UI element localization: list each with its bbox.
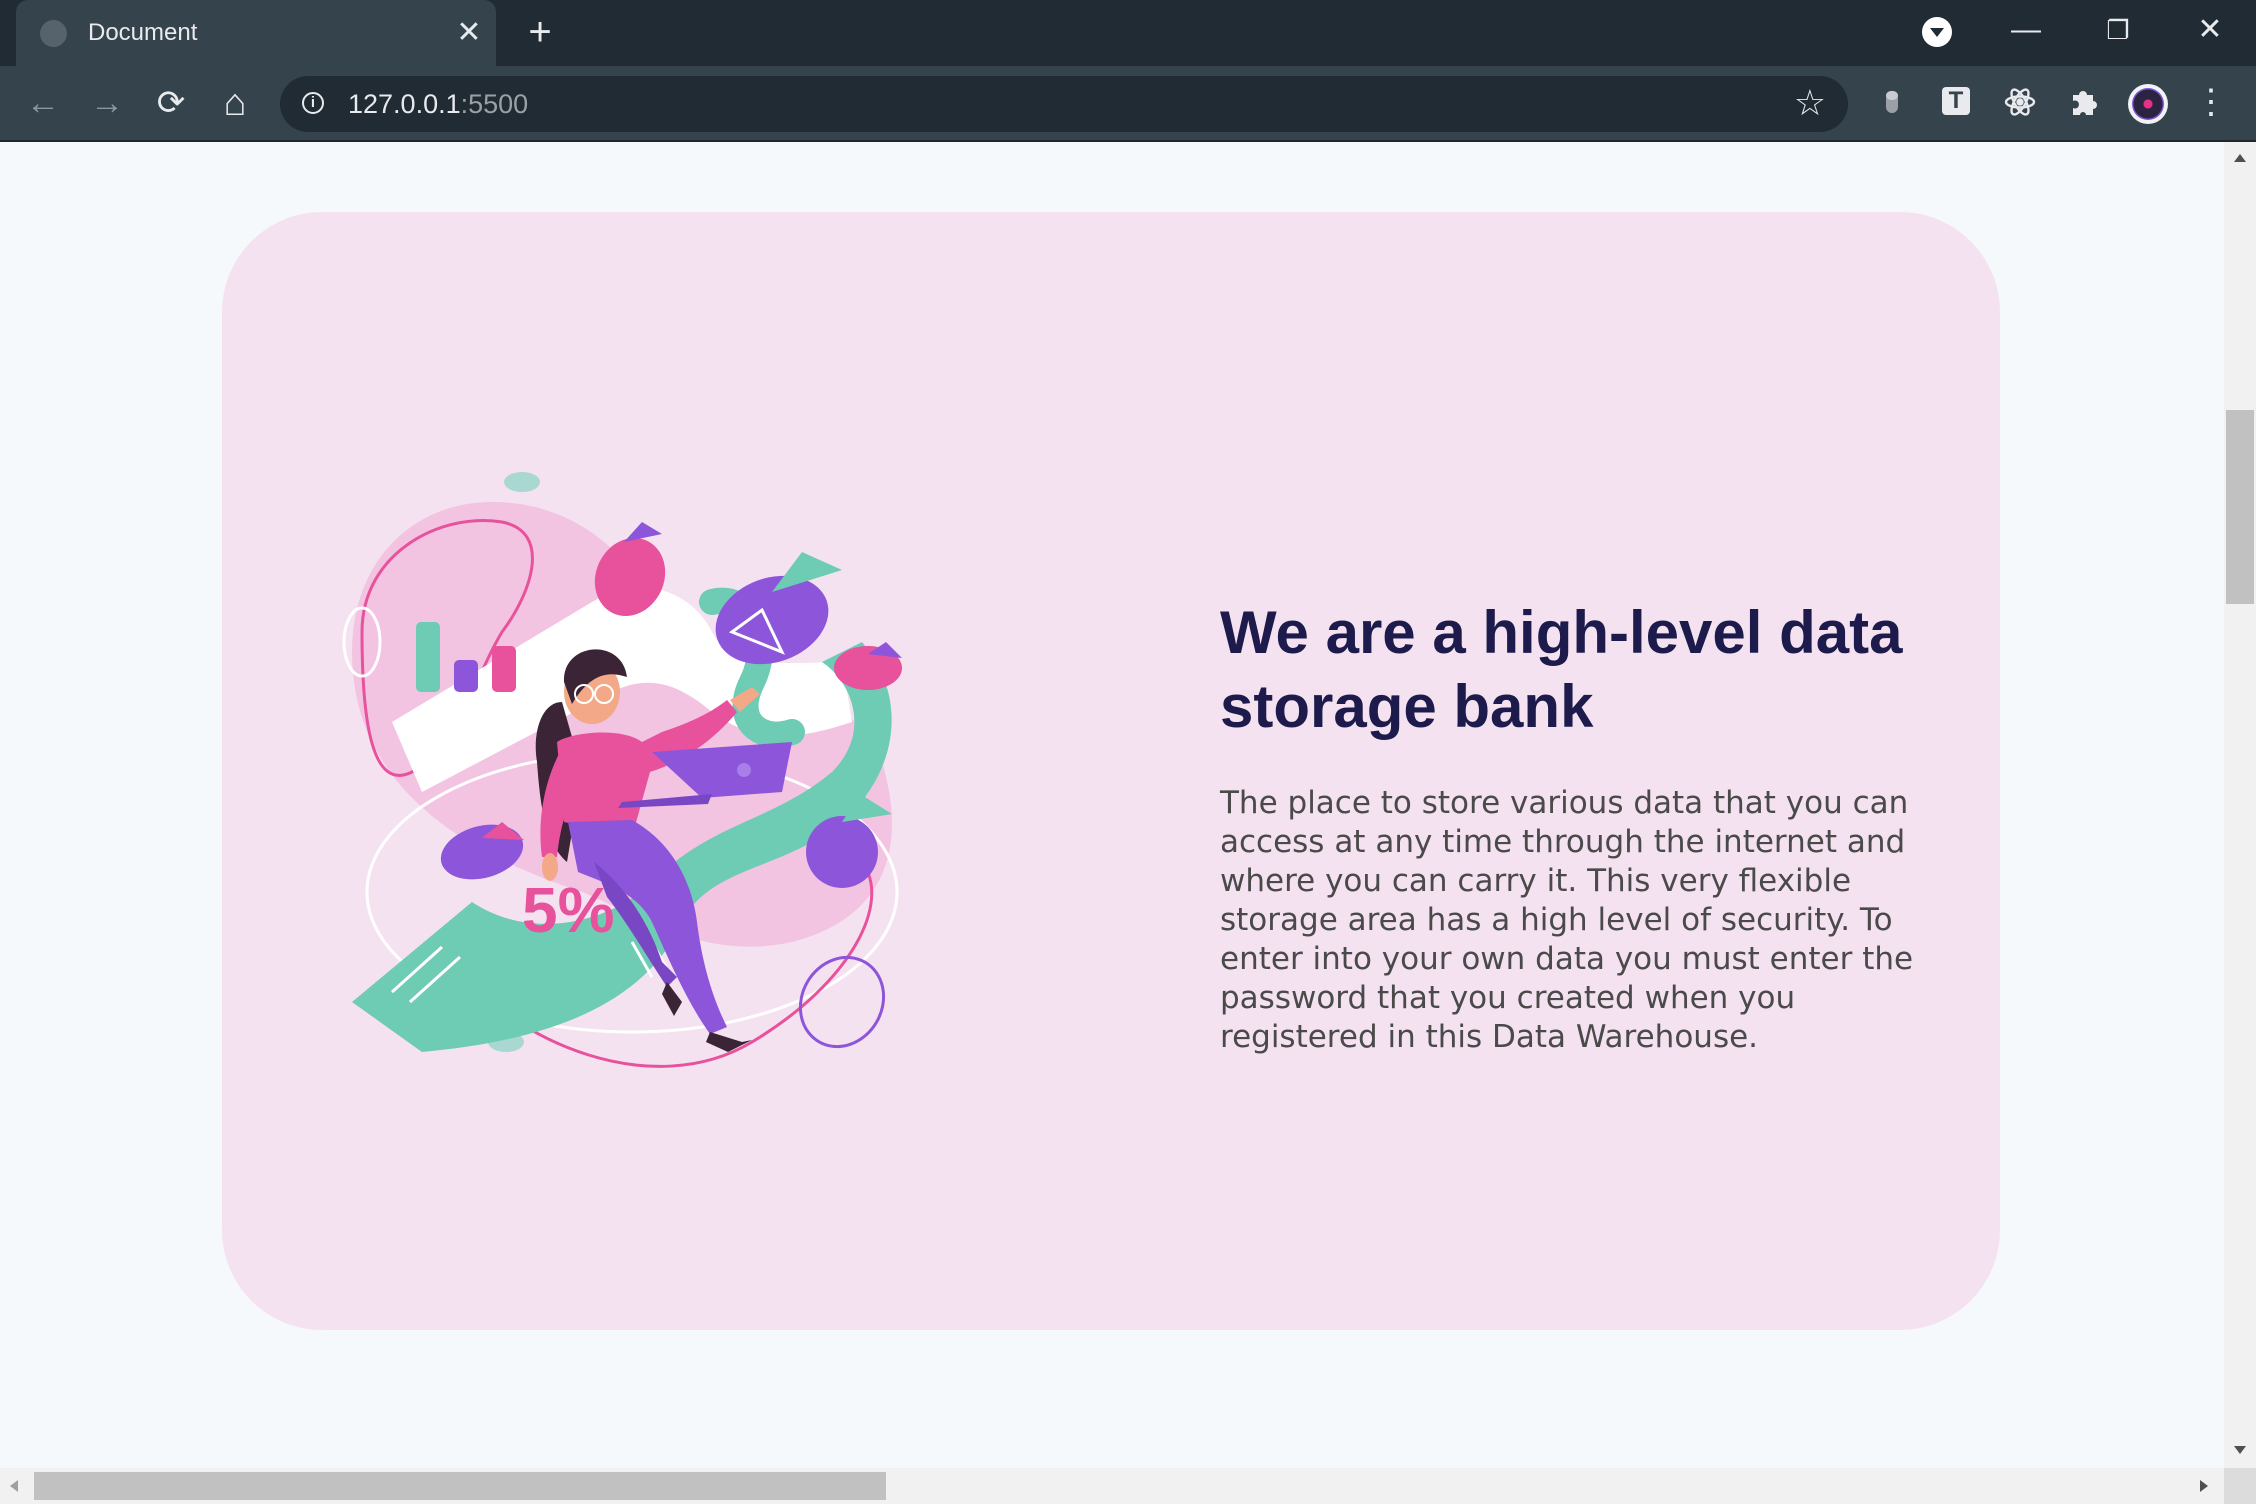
horizontal-scroll-thumb[interactable]	[34, 1472, 886, 1500]
vertical-scrollbar[interactable]	[2224, 142, 2256, 1468]
scroll-right-arrow[interactable]	[2200, 1480, 2208, 1492]
tab-search-icon[interactable]	[1922, 17, 1952, 47]
close-window-button[interactable]: ✕	[2185, 8, 2235, 52]
back-button[interactable]: ←	[20, 80, 66, 126]
info-icon[interactable]: i	[302, 92, 324, 114]
scroll-up-arrow[interactable]	[2234, 154, 2246, 162]
page-viewport: 5% We are a high-level data storage bank…	[0, 142, 2224, 1468]
scroll-left-arrow[interactable]	[10, 1480, 18, 1492]
scroll-down-arrow[interactable]	[2234, 1446, 2246, 1454]
horizontal-scrollbar[interactable]	[0, 1468, 2224, 1504]
browser-titlebar: Document ✕ + — ❐ ✕	[0, 0, 2256, 66]
address-bar[interactable]: i 127.0.0.1:5500 ☆	[280, 76, 1848, 132]
scrollbar-corner	[2224, 1468, 2256, 1504]
minimize-button[interactable]: —	[2001, 8, 2051, 52]
globe-icon	[40, 20, 67, 47]
hero-description: The place to store various data that you…	[1220, 785, 1914, 1055]
browser-toolbar: ← → ⟳ ⌂ i 127.0.0.1:5500 ☆ T ⋮	[0, 66, 2256, 142]
home-button[interactable]: ⌂	[212, 80, 258, 126]
hero-card: 5% We are a high-level data storage bank…	[222, 212, 2000, 1330]
hero-title: We are a high-level data storage bank	[1220, 599, 1903, 740]
percent-label: 5%	[522, 874, 615, 946]
browser-tab[interactable]: Document ✕	[16, 0, 496, 66]
reload-button[interactable]: ⟳	[148, 80, 194, 126]
mouse-icon[interactable]	[1872, 82, 1912, 122]
star-icon[interactable]: ☆	[1794, 82, 1826, 124]
url-text[interactable]: 127.0.0.1:5500	[348, 89, 528, 120]
new-tab-button[interactable]: +	[520, 12, 560, 53]
t-extension-icon[interactable]: T	[1942, 87, 1970, 115]
close-tab-icon[interactable]: ✕	[449, 13, 489, 53]
react-icon[interactable]	[2000, 82, 2040, 122]
puzzle-icon[interactable]	[2064, 82, 2104, 122]
tab-title: Document	[88, 19, 198, 46]
restore-button[interactable]: ❐	[2093, 8, 2143, 52]
data-storage-illustration: 5%	[342, 472, 902, 1068]
vertical-scroll-thumb[interactable]	[2226, 410, 2254, 604]
profile-avatar[interactable]	[2128, 84, 2168, 124]
kebab-menu-icon[interactable]: ⋮	[2194, 82, 2228, 126]
forward-button[interactable]: →	[84, 80, 130, 126]
